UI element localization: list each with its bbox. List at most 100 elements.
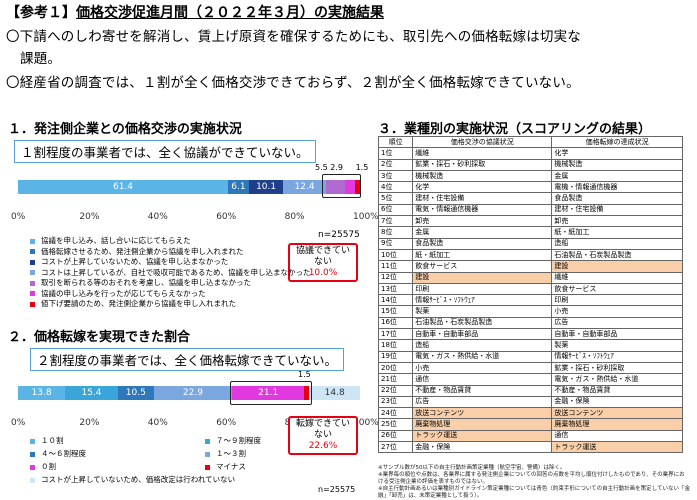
table-row: 14位 情報ｻｰﾋﾞｽ・ｿﾌﾄｳｪｱ 印刷 (377, 294, 683, 307)
negotiation-cell: 繊維 (412, 147, 553, 160)
pass-through-cell: 建材・住宅設備 (551, 203, 683, 217)
rank-cell: 12位 (377, 271, 414, 284)
negotiation-cell: 建設 (412, 271, 553, 284)
table-row: 2位 鉱業・採石・砂利採取 機械製造 (377, 158, 683, 171)
table-row: 26位 トラック運送 通信 (377, 429, 683, 443)
table-row: 9位 食品製造 造船 (377, 237, 683, 250)
footnote: ※サンプル数が50以下の自主行動計画策定業種（航空宇宙、警備）は除く。 (378, 465, 566, 471)
rank-cell: 6位 (377, 203, 414, 217)
legend-label: ４～６割程度 (41, 449, 86, 458)
legend-label: 協議を申し込み、話し合いに応じてもらえた (41, 236, 191, 245)
legend-label: コストは上昇しているが、自社で吸収可能であるため、協議を申し込まなかった (41, 267, 311, 277)
bar2-segment: 14.8 (309, 386, 360, 400)
section-2-heading: ２．価格転嫁を実現できた割合 (8, 330, 191, 345)
footnote: ※業界毎の順位や点数は、各業界に属する発注側企業についての回答の点数を平均し順位… (378, 472, 685, 485)
axis-tick-label: 100% (353, 212, 379, 222)
legend-item: 協議の申し込みを行ったが応じてもらえなかった (30, 289, 206, 298)
rank-cell: 19位 (377, 350, 414, 363)
bar2-segment: 22.9 (153, 386, 233, 400)
negotiation-cell: 石油製品・石炭製品製造 (412, 316, 553, 330)
legend-swatch (30, 451, 35, 457)
bar1-segment: 10.1 (248, 180, 284, 194)
legend-label: 取引を断られる等のおそれを考慮し、協議を申し込まなかった (41, 278, 251, 287)
rank-cell: 15位 (377, 305, 414, 318)
pass-through-cell: 建設 (551, 260, 683, 273)
negotiation-cell: 印刷 (412, 282, 553, 296)
table-row: 23位 広告 金融・保険 (377, 395, 683, 409)
table-row: 4位 化学 電機・情報通信機器 (377, 181, 683, 194)
pass-through-cell: 機械製造 (551, 158, 683, 171)
pass-through-cell: 印刷 (551, 294, 683, 307)
legend-swatch (30, 259, 35, 265)
legend-swatch (30, 291, 35, 296)
rank-cell: 20位 (377, 361, 414, 375)
pass-through-cell: 広告 (551, 316, 683, 330)
legend-item: 取引を断られる等のおそれを考慮し、協議を申し込まなかった (30, 278, 251, 287)
negotiation-cell: 通信 (412, 373, 553, 386)
legend-swatch (205, 464, 210, 470)
section-1-n: n=25575 (318, 230, 360, 240)
table-row: 20位 小売 鉱業・採石・砂利採取 (377, 361, 683, 375)
pass-through-cell: トラック運送 (551, 441, 683, 454)
section-1-stacked-bar: 61.4 6.1 10.1 12.4 (18, 180, 360, 194)
legend-swatch (205, 438, 210, 444)
table-row: 25位 廃棄物処理 廃棄物処理 (377, 418, 683, 431)
header-rank: 順位 (377, 135, 414, 149)
legend-label: 価格転嫁させるため、発注側企業から協議を申し入れまれた (41, 246, 244, 256)
legend-swatch (30, 249, 35, 254)
section-2-top-label: 1.5 (298, 370, 311, 379)
top-label-3: 1.5 (355, 163, 369, 172)
rank-cell: 13位 (377, 282, 414, 296)
pass-through-cell: 自動車・自動車部品 (551, 328, 683, 341)
legend-item: コストは上昇しているが、自社で吸収可能であるため、協議を申し込まなかった (30, 268, 311, 277)
redbox-1-text: 協議できていない (295, 246, 350, 267)
pass-through-cell: 小売 (551, 305, 683, 318)
axis-tick-label: 20% (79, 418, 100, 428)
axis-tick-label: 80% (284, 212, 305, 222)
table-row: 21位 通信 電気・ガス・熱供給・水道 (377, 373, 683, 386)
rank-cell: 24位 (377, 407, 414, 420)
negotiation-cell: 食品製造 (412, 237, 553, 250)
pass-through-cell: 化学 (551, 147, 683, 160)
negotiation-cell: 広告 (412, 395, 553, 409)
rank-cell: 21位 (377, 373, 414, 386)
pass-through-cell: 情報ｻｰﾋﾞｽ・ｿﾌﾄｳｪｱ (551, 350, 683, 363)
footnote: ※自主行動計画あるいは業種別ガイドライン策定業種については青色（約束手形について… (378, 486, 691, 499)
table-row: 8位 金属 紙・紙加工 (377, 226, 683, 239)
pass-through-cell: 廃棄物処理 (551, 418, 683, 431)
header-negotiation: 価格交渉の協議状況 (412, 135, 553, 149)
pass-through-cell: 電機・情報通信機器 (551, 181, 683, 194)
legend-item: 協議を申し込み、話し合いに応じてもらえた (30, 236, 191, 245)
section-2-bracket (230, 381, 312, 405)
paragraph-1-line-2: 課題。 (20, 51, 62, 67)
negotiation-cell: 建材・住宅設備 (412, 192, 553, 205)
negotiation-cell: 金融・保険 (412, 441, 553, 454)
section-2-redbox: 転嫁できていない 22.6% (288, 416, 358, 455)
title-prefix: 【参考１】 (6, 5, 76, 21)
legend-label: １０割 (41, 436, 64, 445)
negotiation-cell: 卸売 (412, 215, 553, 228)
table-row: 11位 飲食サービス 建設 (377, 260, 683, 273)
footnotes: ※サンプル数が50以下の自主行動計画策定業種（航空宇宙、警備）は除く。 ※業界毎の… (378, 465, 690, 500)
table-row: 6位 電気・情報通信機器 建材・住宅設備 (377, 203, 683, 217)
pass-through-cell: 食品製造 (551, 192, 683, 205)
legend-swatch (205, 451, 210, 457)
table-header-row: 順位 価格交渉の協議状況 価格転嫁の達成状況 (377, 135, 683, 149)
redbox-2-pct: 22.6% (308, 441, 338, 451)
rank-cell: 5位 (377, 192, 414, 205)
legend-swatch (30, 477, 35, 483)
pass-through-cell: 金属 (551, 169, 683, 183)
pass-through-cell: 石油製品・石炭製品製造 (551, 248, 683, 262)
paragraph-1-line-1: 〇下請へのしわ寄せを解消し、賃上げ原資を確保するためにも、取引先への価格転嫁は切… (6, 29, 581, 45)
negotiation-cell: 放送コンテンツ (412, 407, 553, 420)
legend-label: コストが上昇していないため、価格改定は行われていない (41, 475, 236, 484)
rank-cell: 2位 (377, 158, 414, 171)
negotiation-cell: 造船 (412, 339, 553, 352)
negotiation-cell: 廃棄物処理 (412, 418, 553, 431)
table-row: 16位 石油製品・石炭製品製造 広告 (377, 316, 683, 330)
top-label-1: 5.5 (315, 163, 328, 172)
table-row: 3位 機械製造 金属 (377, 169, 683, 183)
table-row: 27位 金融・保険 トラック運送 (377, 441, 683, 454)
legend-swatch (30, 301, 35, 307)
legend-label: ７～９割程度 (216, 436, 261, 445)
